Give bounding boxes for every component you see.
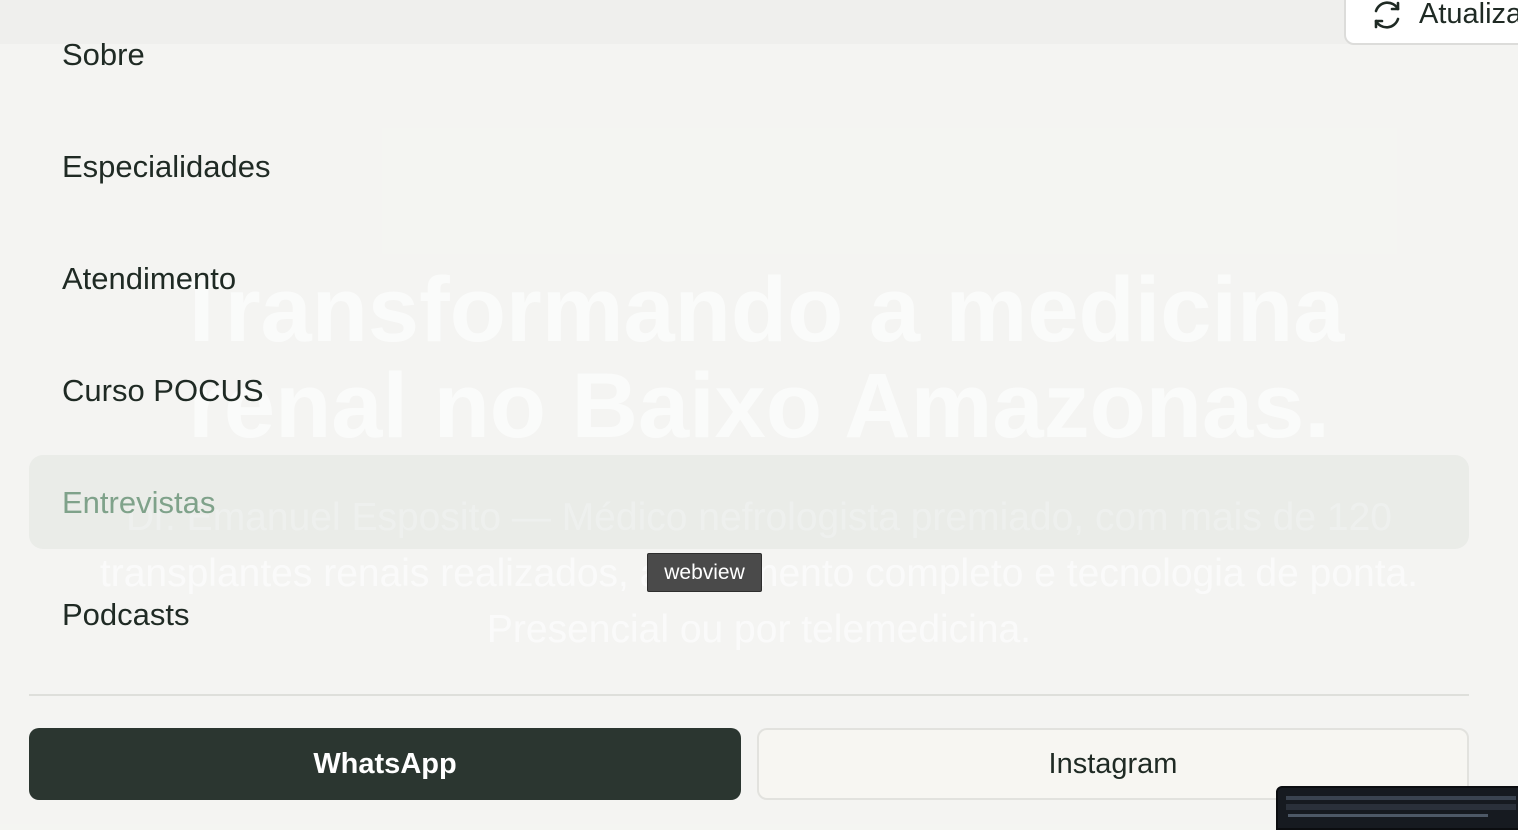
webview-tooltip: webview: [647, 553, 762, 592]
instagram-button-label: Instagram: [1048, 747, 1178, 780]
thumbnail-menubar: [1286, 796, 1516, 800]
menu-item-curso-pocus[interactable]: Curso POCUS: [62, 371, 264, 411]
whatsapp-button-label: WhatsApp: [313, 747, 457, 780]
menu-item-sobre[interactable]: Sobre: [62, 35, 145, 75]
menu-divider: [29, 694, 1469, 696]
tooltip-text: webview: [664, 560, 745, 584]
menu-item-atendimento[interactable]: Atendimento: [62, 259, 236, 299]
menu-item-entrevistas[interactable]: Entrevistas: [62, 483, 215, 523]
menu-item-podcasts[interactable]: Podcasts: [62, 595, 190, 635]
screenshot-thumbnail[interactable]: [1276, 786, 1518, 830]
menu-item-especialidades[interactable]: Especialidades: [62, 147, 271, 187]
thumbnail-content: [1288, 814, 1488, 817]
thumbnail-toolbar: [1286, 804, 1516, 810]
mobile-menu: Sobre Especialidades Atendimento Curso P…: [0, 0, 1518, 824]
whatsapp-button[interactable]: WhatsApp: [29, 728, 741, 800]
active-item-highlight: [29, 455, 1469, 549]
